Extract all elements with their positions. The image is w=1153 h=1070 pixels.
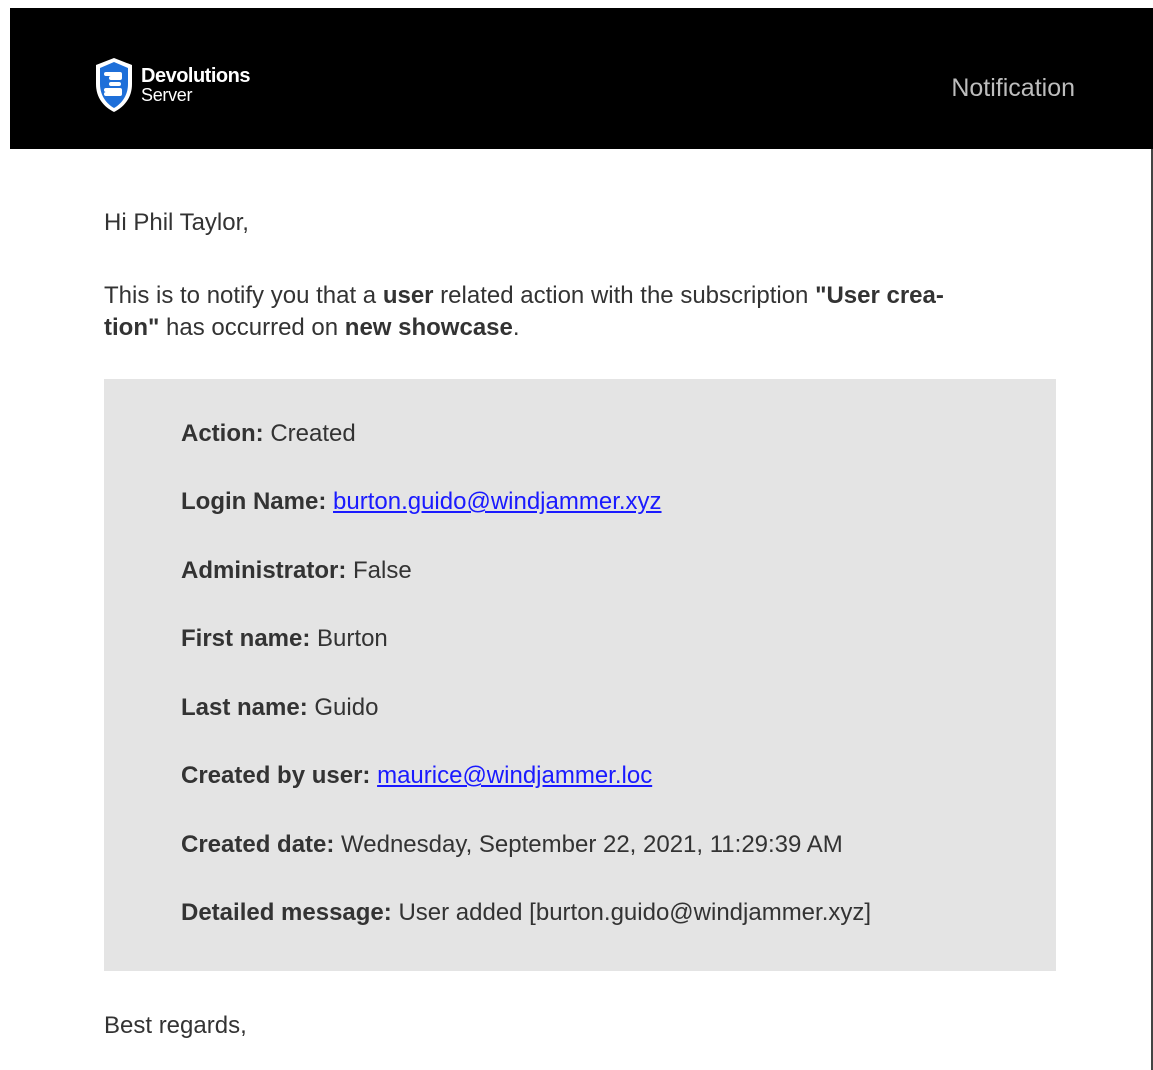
brand-product: Server [141, 85, 193, 105]
detail-label: Administrator: [181, 557, 347, 584]
intro-entity: user [382, 282, 434, 309]
detail-value: User added [burton.guido@windjammer.xyz] [398, 899, 872, 926]
detail-label: Created by user: [181, 762, 371, 789]
detail-row-created-date: Created date: Wednesday, September 22, 2… [181, 831, 843, 859]
detail-row-login-name: Login Name: burton.guido@windjammer.xyz [181, 488, 662, 516]
detail-value: Burton [317, 625, 388, 652]
detail-row-last-name: Last name: Guido [181, 694, 378, 722]
detail-label: Action: [181, 420, 264, 447]
email-header: Devolutions Server Notification [10, 8, 1153, 149]
detail-row-action: Action: Created [181, 420, 356, 448]
detail-label: Created date: [181, 831, 335, 858]
intro-text-3: has occurred on [159, 314, 345, 341]
detail-row-administrator: Administrator: False [181, 557, 412, 585]
detail-label: First name: [181, 625, 311, 652]
detail-label: Detailed message: [181, 899, 392, 926]
greeting-text: Hi Phil Taylor, [104, 209, 249, 236]
detail-value: Created [270, 420, 356, 447]
intro-paragraph: This is to notify you that a user relate… [104, 280, 1064, 344]
detail-row-first-name: First name: Burton [181, 625, 388, 653]
header-notification-label: Notification [951, 74, 1075, 102]
login-name-link[interactable]: burton.guido@windjammer.xyz [333, 488, 662, 515]
devolutions-shield-icon [96, 58, 132, 112]
detail-row-detailed-message: Detailed message: User added [burton.gui… [181, 899, 871, 927]
brand-name: Devolutions [141, 65, 250, 87]
intro-text-1: This is to notify you that a [104, 282, 383, 309]
detail-value: Wednesday, September 22, 2021, 11:29:39 … [341, 831, 843, 858]
created-by-user-link[interactable]: maurice@windjammer.loc [377, 762, 652, 789]
detail-value: Guido [314, 694, 379, 721]
detail-row-created-by: Created by user: maurice@windjammer.loc [181, 762, 652, 790]
intro-text-4: . [512, 314, 520, 341]
detail-label: Login Name: [181, 488, 327, 515]
closing-text: Best regards, [104, 1012, 247, 1039]
intro-target: new showcase [344, 314, 513, 341]
brand-logo: Devolutions Server [93, 56, 250, 114]
details-panel: Action: Created Login Name: burton.guido… [104, 379, 1056, 971]
detail-value: False [353, 557, 412, 584]
intro-text-2: related action with the subscription [433, 282, 816, 309]
detail-label: Last name: [181, 694, 308, 721]
